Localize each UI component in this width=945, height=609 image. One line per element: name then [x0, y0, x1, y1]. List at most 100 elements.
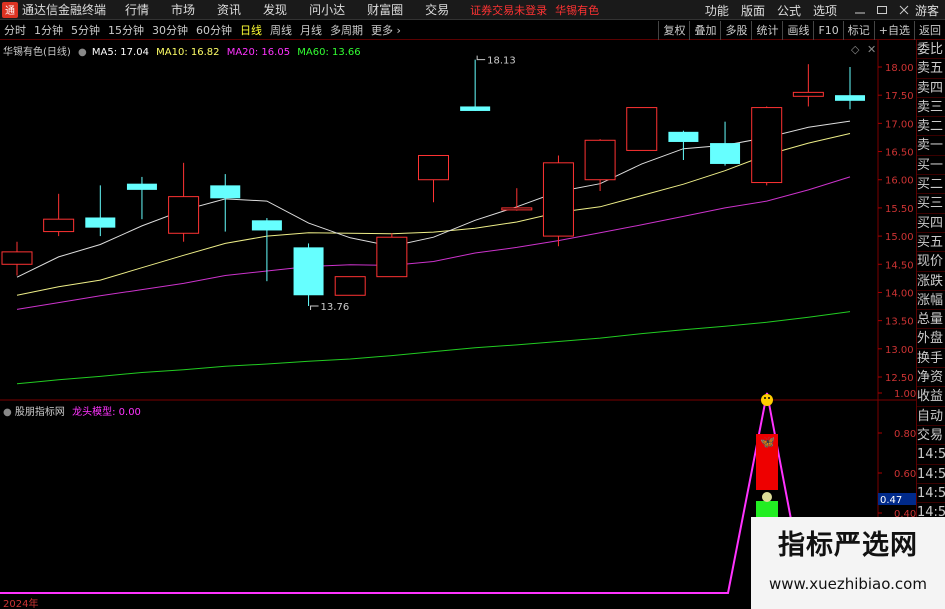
menu-item-options[interactable]: 选项: [807, 2, 843, 19]
candle-body: [251, 220, 282, 231]
indicator-tick-label: 0.60: [894, 469, 916, 480]
period-1min[interactable]: 1分钟: [30, 22, 67, 38]
price-tick-label: 16.00: [885, 176, 914, 187]
overlay-button[interactable]: 叠加: [689, 21, 720, 40]
price-tick-label: 18.00: [885, 63, 914, 74]
adjust-button[interactable]: 复权: [658, 21, 689, 40]
user-guest[interactable]: 游客: [909, 2, 945, 19]
back-button[interactable]: 返回: [914, 21, 945, 40]
main-chart-legend: 华锡有色(日线) ● MA5: 17.04 MA10: 16.82 MA20: …: [3, 43, 361, 58]
menu-item-market[interactable]: 行情: [114, 1, 160, 18]
period-monthly[interactable]: 月线: [296, 22, 326, 38]
period-more[interactable]: 更多 ›: [367, 22, 405, 38]
sidebar-row[interactable]: 收益: [917, 387, 945, 407]
sidebar-row[interactable]: 总量: [917, 310, 945, 330]
period-15min[interactable]: 15分钟: [104, 22, 148, 38]
low-marker: [310, 305, 319, 310]
sidebar-row[interactable]: 买二: [917, 175, 945, 195]
sidebar-row[interactable]: 换手: [917, 349, 945, 369]
sidebar-row[interactable]: 14:56: [917, 445, 945, 465]
indicator-settings-icon[interactable]: ●: [3, 407, 12, 418]
candle-body: [210, 185, 241, 199]
menu-right-group: 功能 版面 公式 选项 游客: [699, 0, 945, 20]
sidebar-row[interactable]: 净资: [917, 368, 945, 388]
add-watchlist-button[interactable]: +自选: [873, 21, 914, 40]
price-tick-label: 17.00: [885, 119, 914, 130]
menu-item-formula[interactable]: 公式: [771, 2, 807, 19]
ma60-legend: MA60: 13.66: [297, 47, 361, 58]
app-logo-icon: 通: [2, 1, 18, 18]
period-daily[interactable]: 日线: [236, 22, 266, 38]
sidebar-row[interactable]: 14:56: [917, 465, 945, 484]
sidebar-row[interactable]: 涨跌: [917, 272, 945, 291]
candle-body: [168, 196, 200, 234]
menu-item-function[interactable]: 功能: [699, 2, 735, 19]
sidebar-row[interactable]: 14:56: [917, 484, 945, 504]
ma5-legend: MA5: 17.04: [91, 47, 149, 58]
high-marker: [476, 55, 486, 61]
sidebar-row[interactable]: 卖五: [917, 59, 945, 79]
minimize-icon[interactable]: [847, 4, 865, 16]
multi-stock-button[interactable]: 多股: [720, 21, 751, 40]
smiley-icon: [761, 394, 773, 406]
maximize-icon[interactable]: [869, 4, 887, 16]
chevron-right-icon: ›: [396, 24, 401, 37]
menu-item-trade[interactable]: 交易: [414, 1, 460, 18]
sidebar-row[interactable]: 买五: [917, 233, 945, 253]
menu-item-layout[interactable]: 版面: [735, 2, 771, 19]
period-intraday[interactable]: 分时: [0, 22, 30, 38]
watermark-title: 指标严选网: [778, 530, 918, 561]
period-60min[interactable]: 60分钟: [192, 22, 236, 38]
menu-item-wealth[interactable]: 财富圈: [356, 1, 414, 18]
price-tick-label: 15.00: [885, 232, 914, 243]
candle-body: [1, 251, 33, 265]
candle-body: [376, 236, 408, 278]
stats-button[interactable]: 统计: [751, 21, 782, 40]
settings-dot-icon[interactable]: ●: [78, 47, 87, 58]
close-panel-icon[interactable]: ✕: [867, 43, 876, 56]
smiley-eye: [764, 397, 766, 399]
candle-body: [43, 218, 75, 233]
sidebar-row[interactable]: 现价: [917, 252, 945, 272]
app-window: { "app": {"name": "通达信金融终端", "logo_glyph…: [0, 0, 945, 609]
menu-item-markets[interactable]: 市场: [160, 1, 206, 18]
butterfly-icon: 🦋: [760, 435, 775, 449]
indicator-tick-label: 0.80: [894, 429, 916, 440]
sidebar-row[interactable]: 买三: [917, 194, 945, 214]
candle-body: [126, 183, 157, 190]
menu-item-ask[interactable]: 问小达: [298, 1, 356, 18]
sidebar-row[interactable]: 买四: [917, 214, 945, 233]
watermark-url: www.xuezhibiao.com: [769, 575, 927, 593]
close-icon[interactable]: [891, 4, 909, 16]
sidebar-row[interactable]: 卖一: [917, 136, 945, 156]
diamond-icon[interactable]: ◇: [851, 43, 859, 56]
current-value-label: 0.47: [880, 495, 902, 506]
indicator-series-label: 龙头模型: 0.00: [72, 407, 141, 418]
candle-body: [542, 162, 574, 237]
price-tick-label: 12.50: [885, 373, 914, 384]
sidebar-row[interactable]: 交易: [917, 426, 945, 446]
sidebar-row[interactable]: 卖四: [917, 79, 945, 98]
price-tick-label: 14.00: [885, 288, 914, 299]
sidebar-row[interactable]: 自动: [917, 407, 945, 426]
sidebar-row[interactable]: 委比: [917, 40, 945, 60]
menu-item-news[interactable]: 资讯: [206, 1, 252, 18]
period-30min[interactable]: 30分钟: [148, 22, 192, 38]
sidebar-row[interactable]: 卖二: [917, 117, 945, 137]
mark-button[interactable]: 标记: [842, 21, 874, 40]
menu-item-discover[interactable]: 发现: [252, 1, 298, 18]
draw-line-button[interactable]: 画线: [782, 21, 813, 40]
watermark: 指标严选网 www.xuezhibiao.com: [751, 517, 945, 609]
period-weekly[interactable]: 周线: [266, 22, 296, 38]
indicator-title: 股朋指标网: [14, 407, 65, 418]
trade-login-warning[interactable]: 证券交易未登录: [470, 2, 547, 18]
toolbar-right-group: 复权 叠加 多股 统计 画线 F10 标记 +自选 返回: [658, 21, 945, 40]
sidebar-row[interactable]: 外盘: [917, 329, 945, 349]
period-multi[interactable]: 多周期: [326, 22, 367, 38]
period-5min[interactable]: 5分钟: [67, 22, 104, 38]
sidebar-row[interactable]: 买一: [917, 156, 945, 176]
f10-button[interactable]: F10: [813, 21, 842, 40]
sidebar-row[interactable]: 涨幅: [917, 291, 945, 311]
candle-body: [85, 217, 116, 228]
sidebar-row[interactable]: 卖三: [917, 98, 945, 118]
